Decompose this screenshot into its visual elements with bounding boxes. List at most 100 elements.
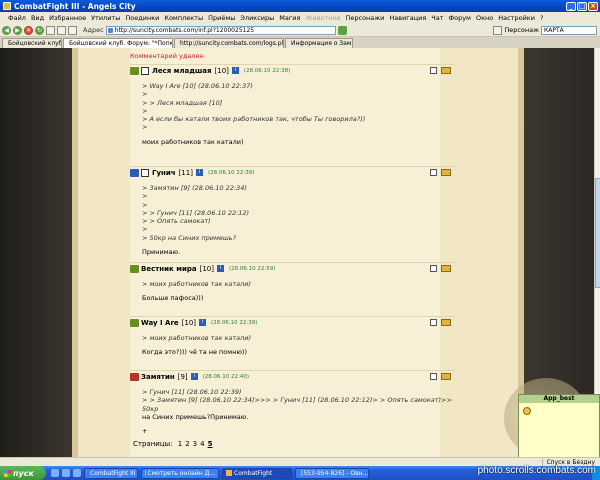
forum-post: Вестник мира [10] i (28.06.10 22:59) > моих … [130, 262, 455, 307]
menu-item[interactable]: Магия [279, 14, 300, 22]
post-line: > [142, 225, 148, 234]
menu-item[interactable]: Персонажи [345, 14, 384, 22]
quicklaunch-media-icon[interactable] [73, 469, 81, 477]
page-link[interactable]: 3 [193, 440, 197, 448]
menu-item[interactable]: Настройки [498, 14, 535, 22]
menu-item[interactable]: Окно [476, 14, 493, 22]
post-line: моих работников так катали) [142, 137, 244, 146]
author-level: [10] [199, 264, 214, 273]
post-line: > А если бы катали твоих работников так,… [142, 115, 366, 124]
page-link[interactable]: 1 [178, 440, 182, 448]
window-title: CombatFight III - Angels City [14, 1, 136, 11]
post-time: (28.06.10 22:38) [243, 67, 291, 74]
close-button[interactable]: × [588, 1, 598, 11]
menu-item[interactable]: Вид [31, 14, 44, 22]
scrollbar-thumb[interactable] [595, 178, 600, 288]
menu-item[interactable]: Навигация [389, 14, 426, 22]
select-checkbox[interactable] [430, 67, 437, 74]
select-checkbox[interactable] [430, 169, 437, 176]
author-nick[interactable]: Леся младшая [152, 67, 212, 75]
info-icon[interactable]: i [216, 265, 224, 272]
app-widget[interactable]: App_best [518, 394, 600, 458]
page-link[interactable]: 4 [200, 440, 204, 448]
taskbar-button[interactable]: CombatFight III [84, 467, 138, 479]
refresh-icon[interactable]: ↻ [35, 25, 44, 35]
post-time: (28.06.10 22:59) [228, 265, 276, 272]
taskbar-button-label: [553-954-826] - Овн... [301, 469, 369, 477]
post-line: > > Замятин [9] (28.06.10 22:34)>>> > Гу… [142, 396, 452, 413]
favorites-icon[interactable] [57, 25, 66, 35]
post-line: > моих работников так катали) [142, 280, 252, 288]
stop-icon[interactable]: ✕ [24, 25, 33, 35]
taskbar-button[interactable]: CombatFight [222, 467, 292, 479]
tab-label: Бойцовский клуб. Форум: "*Попкор... [69, 40, 173, 47]
menu-item[interactable]: Файл [8, 14, 26, 22]
post-line: на Синих примешь?Принимаю. [142, 412, 249, 421]
post-line: > [142, 90, 148, 99]
menu-item[interactable]: Животное [305, 14, 340, 22]
globe-icon [141, 66, 149, 75]
menu-item[interactable]: Утилиты [91, 14, 120, 22]
post-line: Когда это?))) чё та не помню)) [142, 348, 247, 357]
maximize-button[interactable]: □ [577, 1, 587, 11]
start-button[interactable]: пуск [0, 466, 46, 480]
info-icon[interactable]: i [195, 169, 203, 176]
taskbar-buttons: CombatFight III Смотреть онлайн Д... Comba… [81, 467, 369, 479]
post-line: > [142, 123, 148, 132]
search-input[interactable]: КАРТА [541, 25, 597, 35]
quicklaunch-ie-icon[interactable] [51, 469, 59, 477]
browser-tab[interactable]: http://suncity.combats.com/logs.pl?lo...… [174, 38, 284, 48]
home-icon[interactable] [46, 25, 55, 35]
page-link[interactable]: 2 [185, 440, 189, 448]
post-line: Принимаю. [142, 248, 181, 257]
post-header: Вестник мира [10] i (28.06.10 22:59) [130, 262, 455, 274]
info-icon[interactable]: i [199, 319, 207, 326]
reply-envelope-icon[interactable] [441, 169, 451, 176]
reply-envelope-icon[interactable] [441, 373, 451, 380]
post-time: (28.06.10 22:39) [207, 169, 255, 176]
back-icon[interactable]: ◀ [2, 25, 11, 35]
history-icon[interactable] [68, 25, 77, 35]
info-icon[interactable]: i [190, 373, 198, 380]
menu-item[interactable]: Поединки [125, 14, 159, 22]
post-line: > > Гунич [11] (28.06.10 22:12) [142, 208, 250, 217]
reply-envelope-icon[interactable] [441, 319, 451, 326]
tab-label: Информация о Замятин [291, 40, 352, 47]
taskbar-button-label: CombatFight [234, 469, 273, 477]
browser-tab[interactable]: Информация о Замятин× [285, 38, 353, 48]
author-nick[interactable]: Замятин [141, 373, 175, 381]
post-line: > [142, 106, 148, 115]
forum-post: Леся младшая [10] i (28.06.10 22:38) > Way I… [130, 64, 455, 150]
menu-item[interactable]: Приёмы [208, 14, 235, 22]
select-checkbox[interactable] [430, 265, 437, 272]
go-icon[interactable] [337, 25, 347, 35]
browser-tab[interactable]: Бойцовский клуб. Форум: "*Попкор...× [63, 38, 173, 48]
author-nick[interactable]: Вестник мира [141, 265, 197, 273]
select-checkbox[interactable] [430, 373, 437, 380]
quicklaunch-desktop-icon[interactable] [62, 469, 70, 477]
page-link[interactable]: 5 [208, 440, 213, 448]
menu-item[interactable]: Форум [449, 14, 471, 22]
forward-icon[interactable]: ▶ [13, 25, 22, 35]
menu-item[interactable]: Избранное [49, 14, 86, 22]
post-body: > Гунич [11] (28.06.10 22:39) > > Замятин… [130, 382, 455, 439]
taskbar-button[interactable]: [553-954-826] - Овн... [295, 467, 369, 479]
taskbar-button[interactable]: Смотреть онлайн Д... [141, 467, 219, 479]
menu-item[interactable]: Эликсиры [240, 14, 274, 22]
menu-item[interactable]: ? [540, 14, 543, 22]
address-field[interactable]: http://suncity.combats.com/inf.pl?120002… [105, 25, 336, 35]
info-icon[interactable]: i [231, 67, 239, 74]
author-nick[interactable]: Гунич [152, 169, 176, 177]
reply-envelope-icon[interactable] [441, 67, 451, 74]
reply-envelope-icon[interactable] [441, 265, 451, 272]
menu-item[interactable]: Комплекты [164, 14, 203, 22]
minimize-button[interactable]: _ [566, 1, 576, 11]
author-nick[interactable]: Way I Are [141, 319, 179, 327]
tab-label: http://suncity.combats.com/logs.pl?lo... [180, 40, 284, 47]
select-checkbox[interactable] [430, 319, 437, 326]
toolbar: ◀ ▶ ✕ ↻ Адрес http://suncity.combats.com… [0, 24, 600, 37]
browser-tab[interactable]: Бойцовский клуб× [2, 38, 62, 48]
menu-item[interactable]: Чат [431, 14, 443, 22]
post-body: > моих работников так катали) Когда это?)… [130, 328, 455, 361]
smiley-icon [523, 407, 531, 415]
